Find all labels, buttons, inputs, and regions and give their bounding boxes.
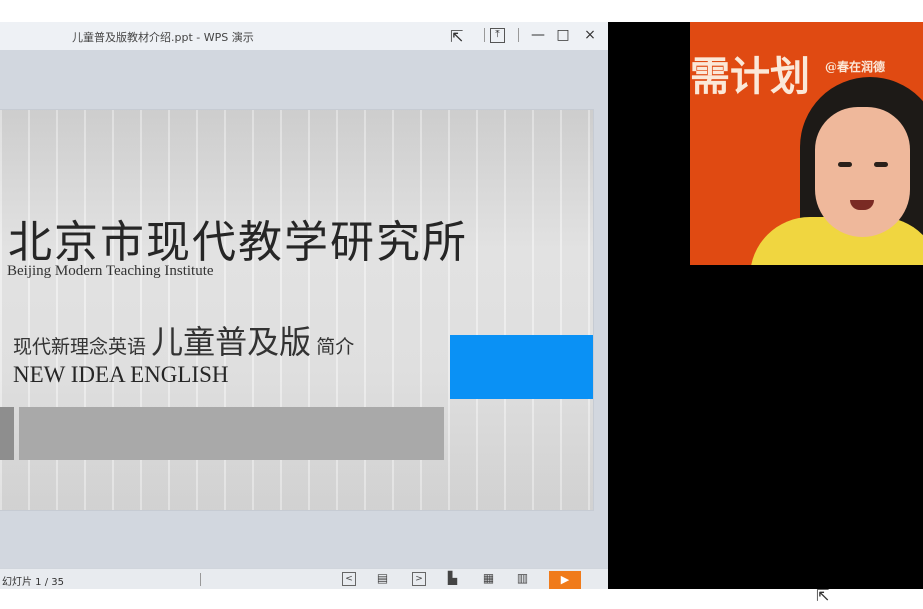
- slide-line-1: 现代新理念英语 儿童普及版 简介: [13, 317, 354, 363]
- gray-decor-small: [0, 407, 14, 460]
- minimize-button[interactable]: —: [528, 26, 548, 44]
- bottom-strip: [0, 589, 923, 609]
- maximize-button[interactable]: □: [553, 26, 573, 44]
- webcam-banner-small: @春在润德: [825, 60, 886, 74]
- slide-canvas[interactable]: 北京市现代教学研究所 Beijing Modern Teaching Insti…: [0, 110, 593, 510]
- slide-counter: 幻灯片 1 / 35: [2, 577, 64, 588]
- gray-decor-bar: [19, 407, 444, 460]
- notes-view-icon[interactable]: ▤: [376, 572, 389, 585]
- slide-line-2: NEW IDEA ENGLISH: [13, 362, 229, 387]
- slide-sorter-icon[interactable]: ▦: [482, 572, 495, 585]
- blue-decor-block: [450, 335, 593, 399]
- separator: [200, 573, 201, 586]
- wps-window: 儿童普及版教材介绍.ppt - WPS 演示 ⇱ ⤒ — □ × 北京市现代教学…: [0, 22, 608, 591]
- separator: [484, 28, 485, 42]
- presenter-eye: [838, 162, 852, 167]
- mouse-cursor-icon: ⇱: [450, 27, 464, 46]
- slide-subtitle: Beijing Modern Teaching Institute: [7, 263, 214, 279]
- title-bar: 儿童普及版教材介绍.ppt - WPS 演示 ⇱ ⤒ — □ ×: [0, 22, 608, 51]
- play-slideshow-button[interactable]: ▶: [549, 571, 581, 589]
- webcam-feed: 需计划 @春在润德: [690, 22, 923, 265]
- next-slide-button[interactable]: >: [412, 572, 426, 586]
- separator: [518, 28, 519, 42]
- presenter-face: [815, 107, 910, 237]
- normal-view-icon[interactable]: ▙: [446, 572, 459, 585]
- slide-title: 北京市现代教学研究所: [8, 217, 468, 268]
- presenter-eye: [874, 162, 888, 167]
- line1-big: 儿童普及版: [151, 323, 312, 361]
- window-title: 儿童普及版教材介绍.ppt - WPS 演示: [72, 31, 254, 44]
- close-button[interactable]: ×: [580, 26, 600, 44]
- pin-icon[interactable]: ⤒: [490, 28, 505, 43]
- line1-suffix: 简介: [316, 336, 355, 358]
- prev-slide-button[interactable]: <: [342, 572, 356, 586]
- reading-view-icon[interactable]: ▥: [516, 572, 529, 585]
- mouse-cursor-icon: ⇱: [816, 586, 830, 605]
- line1-prefix: 现代新理念英语: [13, 336, 147, 358]
- status-bar: 幻灯片 1 / 35 < ▤ > ▙ ▦ ▥ ▶: [0, 568, 608, 591]
- slide-workarea: 北京市现代教学研究所 Beijing Modern Teaching Insti…: [0, 50, 608, 568]
- webcam-banner-text: 需计划: [690, 53, 810, 100]
- top-strip: [0, 0, 923, 22]
